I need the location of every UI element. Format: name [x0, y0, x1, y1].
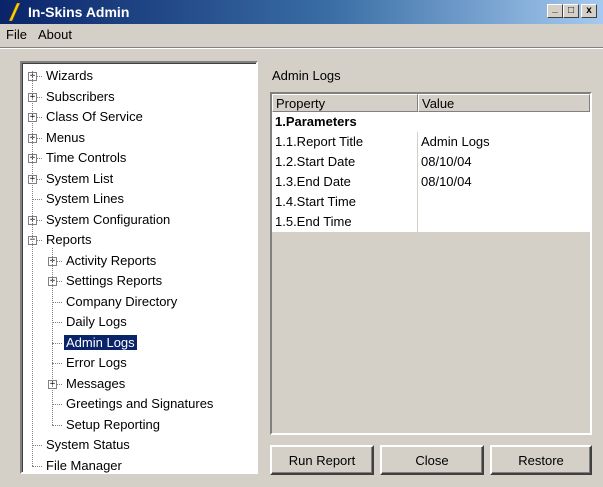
tree-item[interactable]: System List: [44, 169, 115, 189]
menu-divider: [0, 47, 603, 49]
restore-button[interactable]: Restore: [490, 445, 592, 475]
tree-item[interactable]: System Status: [44, 435, 132, 455]
tree-item[interactable]: System Lines: [44, 189, 126, 209]
tree-connector: [52, 322, 62, 323]
column-header-value[interactable]: Value: [418, 94, 590, 112]
tree-item-label: Error Logs: [66, 355, 127, 370]
tree-connector: [52, 342, 62, 344]
menu-file[interactable]: File: [4, 27, 29, 43]
property-value-cell[interactable]: 08/10/04: [418, 172, 590, 192]
tree-connector: [32, 445, 42, 446]
tree-item-label: Setup Reporting: [66, 416, 160, 432]
window-title: In-Skins Admin: [28, 4, 130, 20]
tree-item[interactable]: Time Controls: [44, 148, 128, 168]
menu-about[interactable]: About: [36, 27, 74, 43]
tree-item-label: Wizards: [46, 68, 93, 83]
app-window: In-Skins Admin _ □ x File About Wizards +…: [0, 0, 603, 487]
tree-item[interactable]: File Manager: [44, 456, 124, 476]
tree-item-label: Greetings and Signatures: [66, 396, 214, 411]
tree-item-label: Settings Reports: [66, 273, 163, 288]
tree-item[interactable]: Daily Logs: [64, 312, 129, 332]
tree-item[interactable]: Messages: [64, 374, 127, 394]
tree-item-label: System Configuration: [46, 211, 171, 227]
menu-bar: File About: [0, 24, 603, 46]
tree-connector: [52, 424, 62, 426]
tree-item-label: Time Controls: [46, 150, 127, 165]
column-header-property[interactable]: Property: [272, 94, 418, 112]
run-report-button[interactable]: Run Report: [270, 445, 374, 475]
property-value-cell[interactable]: [418, 212, 590, 232]
title-bar[interactable]: In-Skins Admin _ □ x: [0, 0, 603, 24]
tree-branch-line: [52, 248, 53, 425]
tree-connector: [52, 301, 62, 303]
category-row[interactable]: 1.Parameters: [272, 112, 590, 132]
property-grid[interactable]: Property Value 1.Parameters 1.1.Report T…: [270, 92, 592, 435]
property-name-cell[interactable]: 1.4.Start Time: [272, 192, 417, 212]
tree-item[interactable]: Wizards: [44, 66, 95, 86]
tree-item[interactable]: Setup Reporting: [64, 415, 162, 435]
maximize-icon: □: [567, 5, 575, 16]
tree-item[interactable]: Greetings and Signatures: [64, 394, 215, 414]
tree-item[interactable]: Admin Logs: [63, 333, 138, 353]
tree-item-label: Admin Logs: [63, 333, 138, 351]
tree-item-label: Activity Reports: [66, 252, 157, 268]
tree-connector: [32, 199, 42, 200]
tree-item[interactable]: Menus: [44, 128, 87, 148]
close-window-button[interactable]: x: [581, 4, 597, 18]
tree-item[interactable]: Settings Reports: [64, 271, 164, 291]
property-name-cell[interactable]: 1.1.Report Title: [272, 132, 417, 152]
tree-item[interactable]: Activity Reports: [64, 251, 158, 271]
tree-item-label: Daily Logs: [66, 314, 127, 329]
tree-item[interactable]: System Configuration: [44, 210, 172, 230]
tree-item-label: Reports: [46, 232, 92, 247]
tree-item-label: System Lines: [46, 191, 125, 206]
tree-item-label: File Manager: [46, 457, 122, 473]
app-logo-icon: [8, 3, 21, 21]
tree-item-label: Menus: [46, 129, 86, 145]
property-value-cell[interactable]: [418, 192, 590, 212]
tree-item[interactable]: Company Directory: [64, 292, 179, 312]
minimize-icon: _: [552, 3, 558, 14]
tree-connector: [52, 404, 62, 405]
property-name-cell[interactable]: 1.5.End Time: [272, 212, 417, 232]
panel-title: Admin Logs: [272, 68, 341, 83]
tree-trunk-line: [32, 71, 33, 466]
tree-item[interactable]: Subscribers: [44, 87, 117, 107]
tree-item-label: Subscribers: [46, 88, 115, 104]
maximize-button[interactable]: □: [563, 4, 579, 18]
tree-item-label: Messages: [66, 375, 126, 391]
minimize-button[interactable]: _: [547, 4, 563, 18]
navigation-tree[interactable]: Wizards + Subscribers + Class Of Service + Men…: [20, 61, 258, 474]
property-name-cell[interactable]: 1.2.Start Date: [272, 152, 417, 172]
property-name-cell[interactable]: 1.3.End Date: [272, 172, 417, 192]
tree-connector: [52, 363, 62, 364]
tree-item[interactable]: Reports: [44, 230, 94, 250]
tree-item-label: Class Of Service: [46, 109, 143, 124]
tree-item[interactable]: Error Logs: [64, 353, 129, 373]
property-value-cell[interactable]: 08/10/04: [418, 152, 590, 172]
tree-item-label: Company Directory: [66, 293, 178, 309]
close-icon: x: [586, 5, 592, 16]
tree-item[interactable]: Class Of Service: [44, 107, 145, 127]
tree-item-label: System Status: [46, 437, 130, 452]
grid-column-separator: [417, 132, 418, 232]
close-button[interactable]: Close: [380, 445, 484, 475]
tree-connector: [32, 465, 42, 467]
property-value-cell[interactable]: Admin Logs: [418, 132, 590, 152]
tree-item-label: System List: [46, 170, 114, 186]
